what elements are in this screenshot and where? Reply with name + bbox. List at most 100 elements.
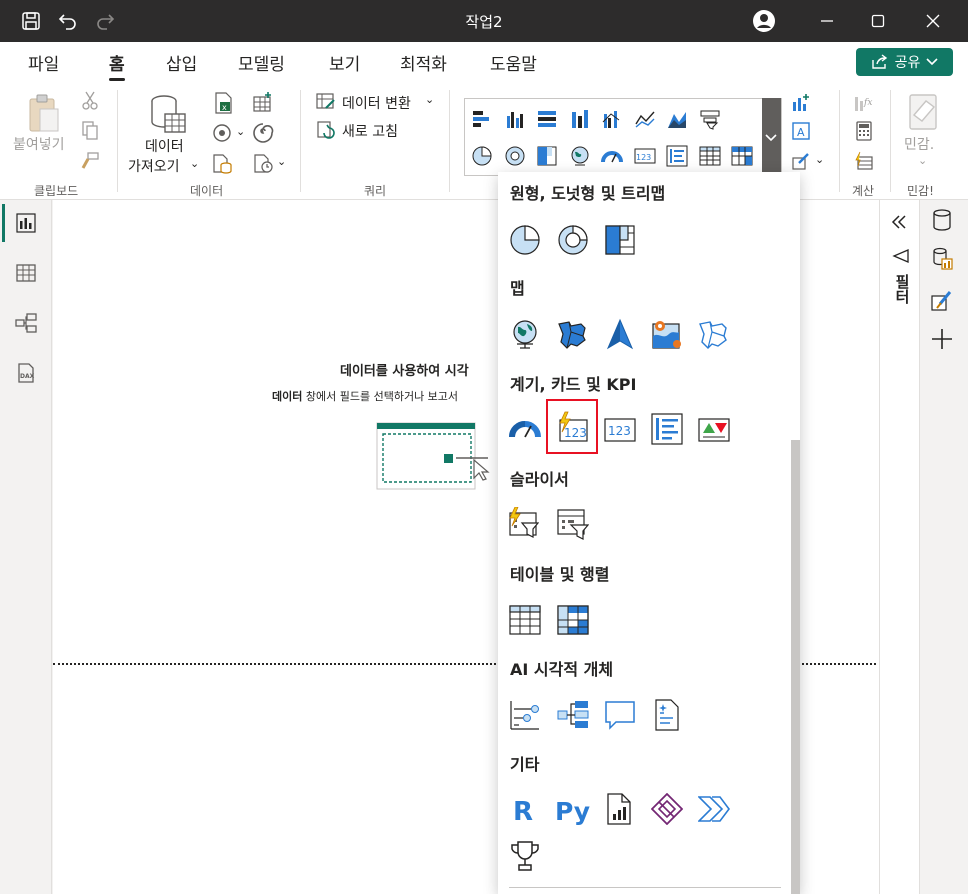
clustered-column-icon[interactable]	[504, 108, 526, 130]
clustered-bar-icon[interactable]	[601, 108, 623, 130]
gauge-icon[interactable]	[601, 145, 623, 167]
get-data-label-2[interactable]: 가져오기	[128, 156, 180, 176]
r-script-visual-icon[interactable]: R	[509, 793, 541, 827]
tab-optimize[interactable]: 최적화	[400, 50, 447, 75]
donut-chart-icon[interactable]	[504, 145, 526, 167]
tab-modeling[interactable]: 모델링	[238, 50, 285, 75]
enter-data-icon[interactable]	[251, 90, 275, 114]
transform-data-label[interactable]: 데이터 변환	[342, 93, 411, 113]
sensitivity-icon[interactable]	[902, 92, 942, 132]
tab-insert[interactable]: 삽입	[166, 50, 197, 75]
ribbon-separator	[449, 90, 450, 192]
slicer-icon[interactable]	[557, 509, 590, 541]
collapse-chevrons-icon[interactable]	[890, 214, 908, 233]
card-icon[interactable]: 123	[604, 413, 636, 445]
shape-map-icon[interactable]	[698, 318, 730, 350]
more-visuals-icon[interactable]	[790, 150, 812, 172]
svg-text:123: 123	[636, 153, 651, 162]
new-visual-icon[interactable]	[790, 92, 812, 114]
new-measure-icon[interactable]: fx	[852, 92, 876, 114]
model-view-icon[interactable]	[0, 300, 52, 346]
line-chart-icon[interactable]	[634, 108, 656, 130]
add-pane-icon[interactable]	[931, 328, 953, 353]
canvas-empty-subtitle: 데이터 창에서 필드를 선택하거나 보고서	[272, 388, 458, 404]
section-heading-slicer: 슬라이서	[510, 470, 569, 489]
get-data-icon[interactable]	[148, 94, 188, 134]
tab-home[interactable]: 홈	[109, 50, 125, 81]
stacked-bar-100-icon[interactable]	[536, 108, 558, 130]
build-visual-icon[interactable]	[930, 246, 954, 275]
dataverse-icon[interactable]	[210, 122, 234, 144]
area-chart-icon[interactable]	[666, 108, 688, 130]
key-influencers-icon[interactable]	[509, 699, 541, 731]
cut-icon[interactable]	[79, 90, 101, 112]
kpi-icon[interactable]	[698, 413, 730, 445]
sensitivity-group-label: 민감!	[907, 184, 934, 198]
funnel-icon[interactable]	[699, 108, 721, 130]
refresh-label[interactable]: 새로 고침	[342, 121, 398, 141]
table-icon[interactable]	[509, 604, 541, 636]
copy-icon[interactable]	[79, 120, 101, 142]
card-icon[interactable]: 123	[634, 145, 656, 167]
donut-chart-icon[interactable]	[557, 224, 589, 256]
power-automate-icon[interactable]	[697, 793, 730, 825]
text-box-icon[interactable]: A	[790, 120, 812, 142]
map-icon[interactable]	[569, 145, 591, 167]
stacked-column-icon[interactable]	[569, 108, 591, 130]
gauge-icon[interactable]	[509, 413, 541, 445]
tab-view[interactable]: 보기	[329, 50, 360, 75]
arcgis-map-icon[interactable]	[651, 318, 683, 350]
refresh-icon[interactable]	[315, 120, 337, 140]
sql-server-icon[interactable]	[210, 152, 234, 174]
svg-text:fx: fx	[863, 98, 872, 108]
treemap-icon[interactable]	[536, 145, 558, 167]
tab-file[interactable]: 파일	[28, 50, 59, 75]
gallery-expand-button[interactable]	[762, 98, 781, 176]
pie-chart-icon[interactable]	[509, 224, 541, 256]
onelake-icon[interactable]	[251, 122, 275, 144]
matrix-icon[interactable]	[557, 604, 589, 636]
decomposition-tree-icon[interactable]	[557, 699, 589, 731]
format-painter-icon[interactable]	[79, 150, 101, 172]
trophy-icon[interactable]	[509, 840, 541, 872]
excel-icon[interactable]: x	[211, 92, 235, 114]
table-view-icon[interactable]	[0, 250, 52, 296]
dax-query-view-icon[interactable]: DAX	[0, 350, 52, 396]
tab-help[interactable]: 도움말	[490, 50, 537, 75]
visual-calc-icon[interactable]	[852, 150, 876, 172]
stacked-bar-icon[interactable]	[471, 108, 493, 130]
paginated-report-icon[interactable]	[604, 793, 636, 825]
treemap-icon[interactable]	[604, 224, 636, 256]
dropdown-scrollbar[interactable]	[791, 440, 800, 894]
new-slicer-icon[interactable]	[507, 506, 540, 539]
azure-map-icon[interactable]	[604, 318, 636, 350]
share-button[interactable]: 공유	[856, 48, 953, 76]
filled-map-icon[interactable]	[557, 318, 589, 350]
svg-text:x: x	[222, 103, 227, 112]
transform-data-icon[interactable]	[315, 92, 337, 112]
account-icon[interactable]	[751, 8, 777, 34]
sensitivity-label[interactable]: 민감.	[904, 134, 934, 154]
recent-sources-icon[interactable]	[251, 152, 275, 174]
format-visual-icon[interactable]	[930, 288, 954, 315]
qa-icon[interactable]	[604, 699, 636, 731]
matrix-icon[interactable]	[731, 145, 753, 167]
share-icon	[871, 54, 887, 69]
table-icon[interactable]	[699, 145, 721, 167]
multi-row-card-icon[interactable]	[651, 413, 683, 445]
close-button[interactable]	[908, 0, 958, 42]
report-view-icon[interactable]	[0, 200, 52, 246]
maximize-button[interactable]	[853, 0, 903, 42]
minimize-button[interactable]	[802, 0, 852, 42]
pie-chart-icon[interactable]	[471, 145, 493, 167]
python-visual-icon[interactable]: Py	[555, 793, 591, 826]
quick-measure-icon[interactable]	[852, 120, 876, 142]
map-icon[interactable]	[509, 318, 541, 350]
filter-pane-label[interactable]: 필터	[892, 274, 913, 304]
data-pane-icon[interactable]	[931, 208, 953, 235]
multi-row-card-icon[interactable]	[666, 145, 688, 167]
ribbon-separator	[890, 90, 891, 192]
smart-narrative-icon[interactable]	[651, 699, 683, 731]
power-apps-icon[interactable]	[650, 792, 684, 826]
paste-icon[interactable]	[24, 92, 64, 136]
